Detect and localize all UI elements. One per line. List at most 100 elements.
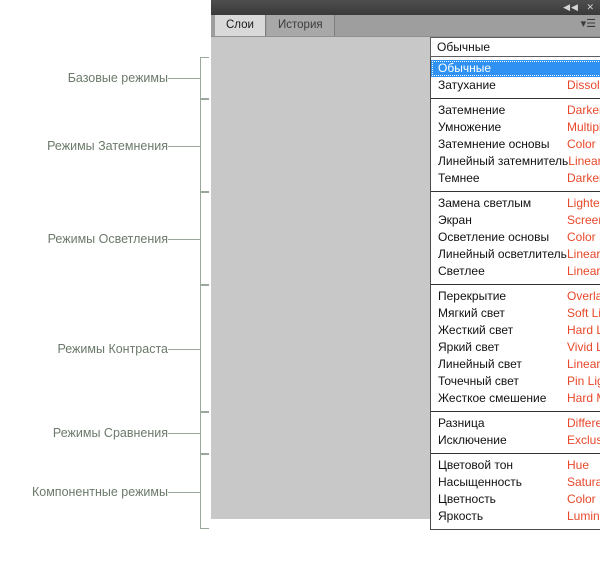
blend-mode-name-ru: Затухание [438, 78, 496, 92]
blend-mode-item[interactable]: Экран Screen [431, 212, 600, 229]
blend-mode-item[interactable]: Яркость Luminosity [431, 508, 600, 525]
blend-mode-name-en: Saturation [567, 475, 600, 489]
blend-mode-name-ru: Затемнение [438, 103, 506, 117]
group-annotation-label: Режимы Контраста [57, 342, 168, 356]
blend-mode-item[interactable]: Насыщенность Saturation [431, 474, 600, 491]
blend-mode-name-en: Linear color [567, 264, 600, 278]
blend-mode-name-ru: Экран [438, 213, 472, 227]
blend-mode-name-ru: Яркость [438, 509, 484, 523]
group-bracket [200, 57, 209, 99]
blend-mode-item[interactable]: Затухание Dissolve [431, 77, 600, 94]
blend-mode-item[interactable]: Яркий свет Vivid Light [431, 339, 600, 356]
panel-title-bar: ◀◀ ✕ [211, 0, 600, 16]
blend-mode-name-ru: Умножение [438, 120, 502, 134]
blend-mode-name-en: Linear Light [567, 357, 600, 371]
blend-mode-name-en: Hue [567, 458, 590, 472]
blend-mode-name-en: Soft Light [567, 306, 600, 320]
blend-mode-name-ru: Замена светлым [438, 196, 532, 210]
blend-mode-name-ru: Линейный свет [438, 357, 522, 371]
collapse-icon[interactable]: ◀◀ [563, 2, 579, 12]
blend-mode-value: Обычные [437, 40, 491, 54]
group-annotation-label: Режимы Осветления [47, 232, 168, 246]
group-annotation-label: Базовые режимы [67, 71, 168, 85]
blend-mode-item[interactable]: Линейный свет Linear Light [431, 356, 600, 373]
blend-mode-name-en: Difference [567, 416, 600, 430]
group-annotation-label: Режимы Сравнения [52, 426, 168, 440]
blend-mode-item[interactable]: Жесткий свет Hard Light [431, 322, 600, 339]
blend-mode-name-ru: Обычные [438, 61, 492, 75]
group-annotation-label: Режимы Затемнения [47, 139, 168, 153]
blend-group: Перекрытие Overlay Мягкий свет Soft Light Же… [431, 285, 600, 412]
group-bracket [200, 412, 209, 454]
blend-mode-name-ru: Мягкий свет [438, 306, 505, 320]
blend-mode-item[interactable]: Обычные [431, 60, 600, 77]
blend-group: Цветовой тонHueНасыщенность Saturation Цве… [431, 454, 600, 529]
blend-mode-name-en: Darker Color [567, 171, 600, 185]
blend-mode-name-ru: Цветность [438, 492, 496, 506]
blend-mode-item[interactable]: Точечный свет Pin Light [431, 373, 600, 390]
blend-mode-name-ru: Линейный затемнитель [438, 154, 569, 168]
blend-mode-combobox[interactable]: Обычные ▼ [430, 37, 600, 57]
close-icon[interactable]: ✕ [586, 2, 595, 12]
blend-mode-item[interactable]: Затемнение основы Color Burn [431, 136, 600, 153]
tab-layers[interactable]: Слои [215, 15, 266, 36]
blend-mode-name-ru: Жесткое смешение [438, 391, 547, 405]
panel-tab-bar: Слои История ▾☰ [211, 15, 600, 37]
blend-mode-item[interactable]: Перекрытие Overlay [431, 288, 600, 305]
blend-mode-item[interactable]: Светлее Linear color [431, 263, 600, 280]
blend-group: Разница Difference Исключение Exclusion [431, 412, 600, 454]
blend-group: Замена светлым Lighten Экран Screen Осветлен… [431, 192, 600, 285]
blend-mode-item[interactable]: Темнее Darker Color [431, 170, 600, 187]
blend-mode-item[interactable]: Линейный осветлительLinear Dodge [431, 246, 600, 263]
blend-mode-item[interactable]: Умножение Multiply [431, 119, 600, 136]
blend-mode-name-en: Color Dodge [567, 230, 600, 244]
blend-mode-item[interactable]: Линейный затемнительLinear Burn [431, 153, 600, 170]
group-leader-line [168, 433, 201, 434]
blend-mode-name-ru: Жесткий свет [438, 323, 514, 337]
blend-mode-name-en: Overlay [567, 289, 600, 303]
blend-mode-name-ru: Разница [438, 416, 485, 430]
layers-panel: ◀◀ ✕ Слои История ▾☰ Непрозрачность: 100… [211, 0, 600, 587]
blend-mode-item[interactable]: Жесткое смешение Hard Mix [431, 390, 600, 407]
window-controls: ◀◀ ✕ [559, 1, 595, 14]
blend-mode-name-en: Pin Light [567, 374, 600, 388]
blend-mode-name-en: Color [567, 492, 596, 506]
blend-mode-item[interactable]: Цветовой тон Hue [431, 457, 600, 474]
blend-mode-name-en [567, 60, 600, 77]
blend-mode-item[interactable]: Осветление основы Color Dodge [431, 229, 600, 246]
blend-mode-name-ru: Исключение [438, 433, 507, 447]
blend-group: Обычные Затухание Dissolve [431, 57, 600, 99]
blend-mode-item[interactable]: Замена светлым Lighten [431, 195, 600, 212]
blend-mode-item[interactable]: Цветность Color [431, 491, 600, 508]
group-bracket [200, 192, 209, 285]
blend-mode-name-en: Hard Light [567, 323, 600, 337]
blend-mode-name-en: Hard Mix [567, 391, 600, 405]
group-bracket [200, 99, 209, 192]
group-leader-line [168, 239, 201, 240]
blend-mode-name-en: Multiply [567, 120, 600, 134]
blend-mode-name-ru: Перекрытие [438, 289, 507, 303]
blend-mode-name-en: Vivid Light [567, 340, 600, 354]
tab-history[interactable]: История [267, 15, 335, 36]
blend-mode-name-en: Linear Burn [568, 154, 600, 168]
blend-group: ЗатемнениеDarkenУмножениеMultiplyЗатемне… [431, 99, 600, 192]
blend-mode-item[interactable]: Мягкий свет Soft Light [431, 305, 600, 322]
blend-mode-name-ru: Линейный осветлитель [438, 247, 567, 261]
blend-mode-name-ru: Осветление основы [438, 230, 550, 244]
group-leader-line [168, 146, 201, 147]
blend-mode-dropdown[interactable]: Обычные Затухание Dissolve Затемнение Darken… [430, 57, 600, 530]
blend-mode-name-ru: Яркий свет [438, 340, 500, 354]
blend-mode-name-en: Lighten [567, 196, 600, 210]
group-bracket [200, 454, 209, 529]
blend-mode-name-ru: Затемнение основы [438, 137, 550, 151]
blend-mode-name-en: Dissolve [567, 78, 600, 92]
blend-mode-name-ru: Светлее [438, 264, 485, 278]
blend-mode-name-ru: Насыщенность [438, 475, 523, 489]
blend-mode-name-en: Darken [567, 103, 600, 117]
blend-mode-item[interactable]: Исключение Exclusion [431, 432, 600, 449]
group-leader-line [168, 492, 201, 493]
blend-mode-item[interactable]: Разница Difference [431, 415, 600, 432]
blend-mode-item[interactable]: Затемнение Darken [431, 102, 600, 119]
panel-menu-icon[interactable]: ▾☰ [581, 19, 596, 30]
group-bracket [200, 285, 209, 412]
